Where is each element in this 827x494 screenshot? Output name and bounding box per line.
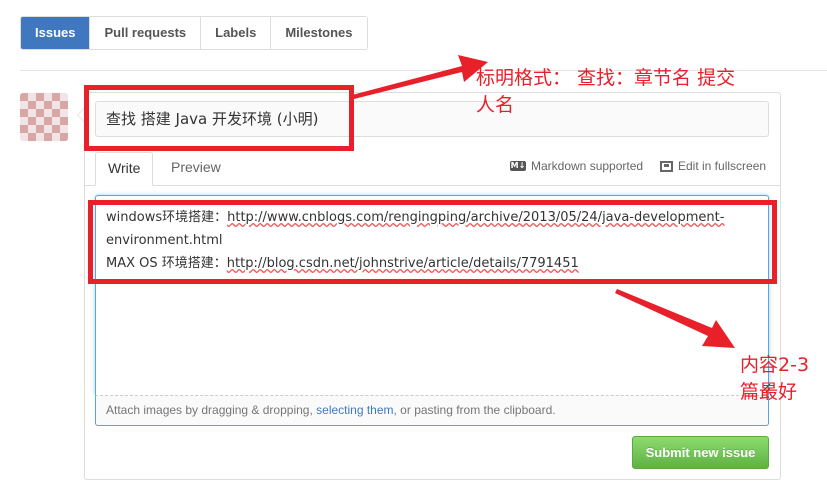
tab-issues[interactable]: Issues: [21, 17, 90, 49]
select-files-link[interactable]: selecting them: [316, 403, 393, 417]
attach-text: Attach images by dragging & dropping,: [106, 403, 317, 417]
markdown-supported-link[interactable]: M↓ Markdown supported: [510, 159, 643, 173]
body-note-line1: 内容2-3: [740, 354, 810, 376]
tab-write[interactable]: Write: [95, 152, 154, 186]
submit-new-issue-button[interactable]: Submit new issue: [632, 436, 769, 469]
markdown-icon: M↓: [510, 161, 526, 171]
body-highlight-box: [88, 200, 777, 284]
tab-labels[interactable]: Labels: [200, 17, 271, 49]
body-count-note: 内容2-3 篇最好: [740, 352, 809, 406]
title-highlight-box: [84, 85, 354, 151]
tab-milestones[interactable]: Milestones: [270, 17, 367, 49]
markdown-label: Markdown supported: [531, 159, 644, 173]
body-note-line2: 篇最好: [740, 381, 798, 403]
title-note-line1: 标明格式： 查找：章节名 提交: [476, 67, 736, 89]
avatar: [20, 93, 68, 141]
fullscreen-label: Edit in fullscreen: [678, 159, 767, 173]
title-note-line2: 人名: [476, 94, 515, 116]
tab-pull-requests[interactable]: Pull requests: [89, 17, 201, 49]
title-format-note: 标明格式： 查找：章节名 提交 人名: [476, 65, 735, 119]
attach-images-bar[interactable]: Attach images by dragging & dropping, se…: [95, 395, 769, 426]
tab-preview[interactable]: Preview: [159, 152, 233, 186]
fullscreen-icon: [660, 160, 673, 172]
issues-tabnav: Issues Pull requests Labels Milestones: [20, 16, 368, 50]
fullscreen-button[interactable]: Edit in fullscreen: [660, 159, 766, 173]
attach-text-end: , or pasting from the clipboard.: [393, 403, 556, 417]
